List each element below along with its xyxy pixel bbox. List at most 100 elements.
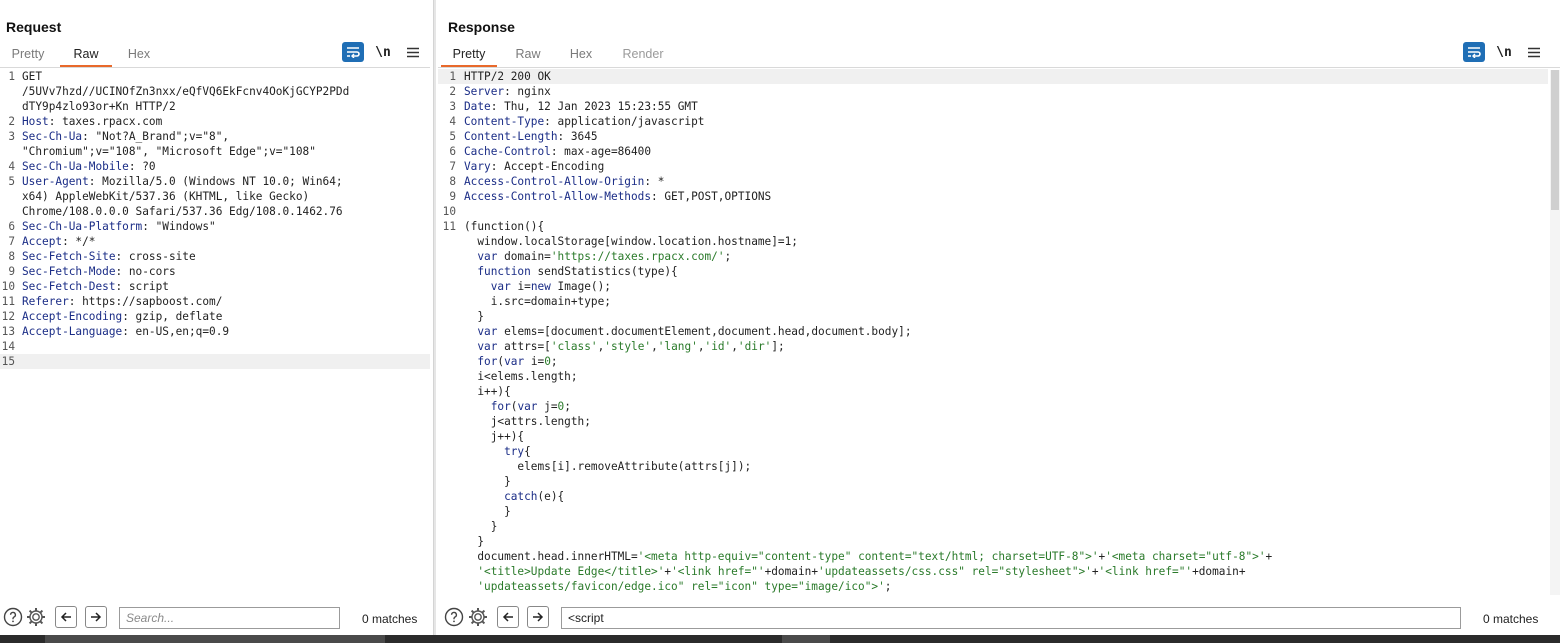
code-line[interactable]: var elems=[document.documentElement,docu… bbox=[438, 324, 1548, 339]
code-line[interactable]: 12 Accept-Encoding: gzip, deflate bbox=[0, 309, 430, 324]
response-search-input[interactable] bbox=[561, 607, 1461, 629]
request-tab-pretty[interactable]: Pretty bbox=[4, 43, 52, 67]
code-line[interactable]: window.localStorage[window.location.host… bbox=[438, 234, 1548, 249]
code-line[interactable]: i.src=domain+type; bbox=[438, 294, 1548, 309]
code-line[interactable]: 5 User-Agent: Mozilla/5.0 (Windows NT 10.… bbox=[0, 174, 430, 189]
line-number: 15 bbox=[1, 355, 15, 368]
request-menu-button[interactable] bbox=[402, 42, 424, 62]
code-text: Sec-Fetch-Mode: no-cors bbox=[22, 264, 176, 279]
response-tab-raw[interactable]: Raw bbox=[506, 43, 550, 67]
code-line[interactable]: j<attrs.length; bbox=[438, 414, 1548, 429]
code-line[interactable]: function sendStatistics(type){ bbox=[438, 264, 1548, 279]
line-number: 6 bbox=[449, 145, 456, 158]
code-line[interactable]: i++){ bbox=[438, 384, 1548, 399]
response-wrap-lines-button[interactable] bbox=[1463, 42, 1485, 62]
pane-divider[interactable] bbox=[433, 0, 436, 635]
code-line[interactable]: 3 Date: Thu, 12 Jan 2023 15:23:55 GMT bbox=[438, 99, 1548, 114]
response-scrollbar[interactable] bbox=[1550, 70, 1560, 595]
code-line[interactable]: 7 Vary: Accept-Encoding bbox=[438, 159, 1548, 174]
code-line[interactable]: i<elems.length; bbox=[438, 369, 1548, 384]
code-line[interactable]: j++){ bbox=[438, 429, 1548, 444]
response-scrollbar-thumb[interactable] bbox=[1551, 70, 1559, 210]
request-tab-hex[interactable]: Hex bbox=[118, 43, 160, 67]
code-line[interactable]: "Chromium";v="108", "Microsoft Edge";v="… bbox=[0, 144, 430, 159]
code-line[interactable]: 3 Sec-Ch-Ua: "Not?A_Brand";v="8", bbox=[0, 129, 430, 144]
code-line[interactable]: 9 Access-Control-Allow-Methods: GET,POST,… bbox=[438, 189, 1548, 204]
code-line[interactable]: var i=new Image(); bbox=[438, 279, 1548, 294]
code-line[interactable]: 10 Sec-Fetch-Dest: script bbox=[0, 279, 430, 294]
code-text: Sec-Ch-Ua: "Not?A_Brand";v="8", bbox=[22, 129, 229, 144]
request-tab-raw[interactable]: Raw bbox=[60, 43, 112, 67]
line-number: 5 bbox=[8, 175, 15, 188]
code-text: dTY9p4zlo93or+Kn HTTP/2 bbox=[22, 99, 176, 114]
taskbar-item[interactable] bbox=[45, 635, 385, 643]
code-token: Image(); bbox=[550, 280, 611, 293]
request-show-newlines-button[interactable]: \n bbox=[372, 42, 394, 62]
request-wrap-lines-button[interactable] bbox=[342, 42, 364, 62]
request-settings-button[interactable] bbox=[25, 606, 47, 628]
line-number: 1 bbox=[449, 70, 456, 83]
code-line[interactable]: 11 Referer: https://sapboost.com/ bbox=[0, 294, 430, 309]
code-line[interactable]: for(var i=0; bbox=[438, 354, 1548, 369]
code-line[interactable]: 13 Accept-Language: en-US,en;q=0.9 bbox=[0, 324, 430, 339]
response-tab-pretty[interactable]: Pretty bbox=[441, 43, 497, 67]
code-line[interactable]: /5UVv7hzd//UCINOfZn3nxx/eQfVQ6EkFcnv4OoK… bbox=[0, 84, 430, 99]
code-line[interactable]: var domain='https://taxes.rpacx.com/'; bbox=[438, 249, 1548, 264]
code-line[interactable]: 15 bbox=[0, 354, 430, 369]
response-settings-button[interactable] bbox=[467, 606, 489, 628]
code-line[interactable]: } bbox=[438, 309, 1548, 324]
code-line[interactable]: 6 Sec-Ch-Ua-Platform: "Windows" bbox=[0, 219, 430, 234]
response-tab-hex[interactable]: Hex bbox=[560, 43, 602, 67]
code-line[interactable]: document.head.innerHTML='<meta http-equi… bbox=[438, 549, 1548, 564]
response-help-button[interactable] bbox=[443, 606, 465, 628]
code-text: i++){ bbox=[464, 384, 510, 399]
code-line[interactable]: 10 bbox=[438, 204, 1548, 219]
taskbar-item[interactable] bbox=[782, 635, 830, 643]
code-line[interactable]: } bbox=[438, 519, 1548, 534]
code-line[interactable]: } bbox=[438, 474, 1548, 489]
hamburger-menu-icon bbox=[407, 47, 419, 57]
request-search-input[interactable] bbox=[119, 607, 340, 629]
code-line[interactable]: '<title>Update Edge</title>'+'<link href… bbox=[438, 564, 1548, 579]
arrow-left-icon bbox=[60, 612, 71, 622]
response-tab-render[interactable]: Render bbox=[616, 43, 670, 67]
code-line[interactable]: 6 Cache-Control: max-age=86400 bbox=[438, 144, 1548, 159]
code-line[interactable]: dTY9p4zlo93or+Kn HTTP/2 bbox=[0, 99, 430, 114]
code-line[interactable]: 5 Content-Length: 3645 bbox=[438, 129, 1548, 144]
request-next-match-button[interactable] bbox=[85, 606, 107, 628]
code-line[interactable]: x64) AppleWebKit/537.36 (KHTML, like Gec… bbox=[0, 189, 430, 204]
code-line[interactable]: for(var j=0; bbox=[438, 399, 1548, 414]
code-line[interactable]: catch(e){ bbox=[438, 489, 1548, 504]
code-line[interactable]: 11 (function(){ bbox=[438, 219, 1548, 234]
code-line[interactable]: 2 Server: nginx bbox=[438, 84, 1548, 99]
code-line[interactable]: 4 Sec-Ch-Ua-Mobile: ?0 bbox=[0, 159, 430, 174]
code-line[interactable]: 8 Access-Control-Allow-Origin: * bbox=[438, 174, 1548, 189]
code-text: Server: nginx bbox=[464, 84, 551, 99]
code-line[interactable]: 'updateassets/favicon/edge.ico" rel="ico… bbox=[438, 579, 1548, 594]
request-editor[interactable]: 1 GET/5UVv7hzd//UCINOfZn3nxx/eQfVQ6EkFcnv… bbox=[0, 69, 430, 595]
code-line[interactable]: 2 Host: taxes.rpacx.com bbox=[0, 114, 430, 129]
code-token: : no-cors bbox=[115, 265, 176, 278]
code-line[interactable]: } bbox=[438, 534, 1548, 549]
code-line[interactable]: 7 Accept: */* bbox=[0, 234, 430, 249]
response-menu-button[interactable] bbox=[1523, 42, 1545, 62]
code-line[interactable]: } bbox=[438, 504, 1548, 519]
code-line[interactable]: 1 GET bbox=[0, 69, 430, 84]
code-line[interactable]: var attrs=['class','style','lang','id','… bbox=[438, 339, 1548, 354]
code-line[interactable]: 14 bbox=[0, 339, 430, 354]
request-help-button[interactable] bbox=[2, 606, 24, 628]
code-line[interactable]: 9 Sec-Fetch-Mode: no-cors bbox=[0, 264, 430, 279]
code-line[interactable]: 4 Content-Type: application/javascript bbox=[438, 114, 1548, 129]
code-line[interactable]: 8 Sec-Fetch-Site: cross-site bbox=[0, 249, 430, 264]
response-editor[interactable]: 1 HTTP/2 200 OK 2 Server: nginx 3 Date: Thu, … bbox=[438, 69, 1548, 595]
wrap-lines-icon bbox=[347, 47, 360, 58]
code-line[interactable]: elems[i].removeAttribute(attrs[j]); bbox=[438, 459, 1548, 474]
response-previous-match-button[interactable] bbox=[497, 606, 519, 628]
code-line[interactable]: Chrome/108.0.0.0 Safari/537.36 Edg/108.0… bbox=[0, 204, 430, 219]
request-previous-match-button[interactable] bbox=[55, 606, 77, 628]
code-line[interactable]: try{ bbox=[438, 444, 1548, 459]
response-show-newlines-button[interactable]: \n bbox=[1493, 42, 1515, 62]
code-line[interactable]: 1 HTTP/2 200 OK bbox=[438, 69, 1548, 84]
response-next-match-button[interactable] bbox=[527, 606, 549, 628]
